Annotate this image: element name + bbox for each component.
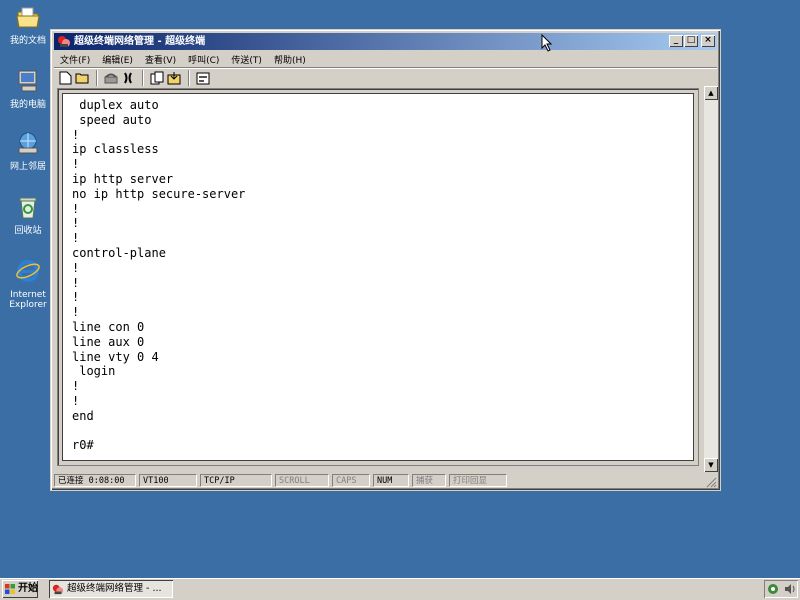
status-connected-time: 已连接 0:08:00: [54, 474, 136, 487]
vertical-scrollbar[interactable]: ▲ ▼: [704, 86, 718, 472]
internet-explorer-icon: [16, 260, 40, 282]
disconnect-phone-icon: [124, 71, 132, 84]
desktop-icon-my-computer[interactable]: 我的电脑: [4, 68, 52, 110]
new-file-icon: [59, 71, 71, 84]
terminal-line: !: [72, 393, 80, 408]
hyperterminal-window: 超级终端网络管理 - 超级终端 _ □ × 文件(F) 编辑(E) 查看(V) …: [50, 29, 721, 491]
scroll-up-button[interactable]: ▲: [704, 86, 718, 100]
toolbar: [54, 67, 717, 87]
desktop-icon-label: Explorer: [9, 300, 47, 310]
terminal-line: ip http server: [72, 171, 174, 186]
open-folder-icon: [75, 73, 88, 84]
menu-call[interactable]: 呼叫(C): [182, 53, 225, 66]
taskbar-item-label: 超级终端网络管理 - ...: [67, 583, 162, 594]
hyperterminal-app-icon: [52, 584, 64, 595]
terminal-line: !: [72, 275, 80, 290]
terminal-line: !: [72, 290, 80, 305]
terminal-line: r0#: [72, 438, 94, 453]
properties-icon: [196, 72, 210, 84]
terminal-line: end: [72, 408, 94, 423]
terminal-line: !: [72, 379, 80, 394]
terminal-line: login: [72, 364, 116, 379]
send-button[interactable]: [149, 70, 165, 86]
desktop-icon-my-documents[interactable]: 我的文档: [4, 4, 52, 46]
terminal-line: !: [72, 201, 80, 216]
terminal-line: control-plane: [72, 245, 166, 260]
menu-help[interactable]: 帮助(H): [268, 53, 312, 66]
phone-icon: [104, 73, 118, 83]
tray-volume-icon[interactable]: [784, 583, 796, 595]
terminal-frame: duplex auto speed auto! ip classless! ip h…: [57, 88, 699, 466]
new-connection-button[interactable]: [57, 70, 73, 86]
call-button[interactable]: [103, 70, 119, 86]
status-num: NUM: [373, 474, 409, 487]
terminal-line: !: [72, 157, 80, 172]
terminal-line: duplex auto: [72, 98, 159, 112]
menu-transfer[interactable]: 传送(T): [225, 53, 268, 66]
start-label: 开始: [18, 583, 38, 594]
send-file-icon: [150, 71, 164, 84]
terminal-line: no ip http secure-server: [72, 186, 246, 201]
status-emulation: VT100: [139, 474, 197, 487]
desktop-icon-label: 回收站: [14, 226, 42, 236]
terminal-line: !: [72, 127, 80, 142]
menu-file[interactable]: 文件(F): [54, 53, 96, 66]
network-icon: [18, 132, 38, 154]
terminal-line: ip classless: [72, 142, 159, 157]
toolbar-separator: [142, 69, 144, 86]
desktop-icon-label: 网上邻居: [9, 162, 46, 172]
start-button[interactable]: 开始: [2, 580, 38, 598]
toolbar-separator: [96, 69, 98, 86]
desktop-icon-internet-explorer[interactable]: Internet Explorer: [4, 258, 52, 310]
taskbar-item-hyperterminal[interactable]: 超级终端网络管理 - ...: [49, 580, 173, 598]
terminal-line: speed auto: [72, 112, 152, 127]
terminal-line: line vty 0 4: [72, 349, 159, 364]
status-scroll: SCROLL: [275, 474, 329, 487]
terminal-screen[interactable]: duplex auto speed auto! ip classless! ip h…: [62, 93, 694, 461]
receive-button[interactable]: [166, 70, 182, 86]
open-button[interactable]: [74, 70, 90, 86]
status-bar: 已连接 0:08:00 VT100 TCP/IP SCROLL CAPS NUM…: [54, 473, 717, 488]
minimize-button[interactable]: _: [669, 35, 683, 47]
mouse-cursor-icon: [541, 34, 553, 52]
hyperterminal-app-icon: [58, 36, 70, 47]
tray-network-icon[interactable]: [767, 583, 779, 595]
properties-button[interactable]: [195, 70, 211, 86]
receive-file-icon: [167, 71, 181, 84]
desktop-icon-label: Internet: [10, 290, 46, 300]
scroll-down-button[interactable]: ▼: [704, 458, 718, 472]
window-title: 超级终端网络管理 - 超级终端: [74, 36, 206, 47]
resize-grip-icon[interactable]: [705, 476, 717, 488]
maximize-button[interactable]: □: [684, 35, 698, 47]
disconnect-button[interactable]: [120, 70, 136, 86]
desktop-icon-label: 我的文档: [9, 36, 46, 46]
terminal-line: !: [72, 231, 80, 246]
close-button[interactable]: ×: [701, 35, 715, 47]
status-print-echo: 打印回显: [449, 474, 507, 487]
terminal-line: line con 0: [72, 319, 145, 334]
terminal-line: !: [72, 260, 80, 275]
desktop-icon-network[interactable]: 网上邻居: [4, 130, 52, 172]
desktop-icon-label: 我的电脑: [9, 100, 46, 110]
menu-view[interactable]: 查看(V): [139, 53, 182, 66]
folder-documents-icon: [16, 7, 40, 28]
toolbar-separator: [188, 69, 190, 86]
status-caps: CAPS: [332, 474, 370, 487]
terminal-line: !: [72, 305, 80, 320]
taskbar: 开始 超级终端网络管理 - ...: [0, 578, 800, 600]
title-bar[interactable]: 超级终端网络管理 - 超级终端 _ □ ×: [54, 33, 717, 50]
terminal-line: !: [72, 216, 80, 231]
recycle-bin-icon: [19, 197, 37, 219]
desktop-icon-recycle-bin[interactable]: 回收站: [4, 194, 52, 236]
status-capture: 捕获: [412, 474, 446, 487]
menu-bar: 文件(F) 编辑(E) 查看(V) 呼叫(C) 传送(T) 帮助(H): [54, 51, 717, 67]
computer-icon: [18, 70, 37, 92]
status-protocol: TCP/IP: [200, 474, 272, 487]
terminal-line: line aux 0: [72, 334, 145, 349]
menu-edit[interactable]: 编辑(E): [96, 53, 139, 66]
windows-logo-icon: [5, 584, 15, 594]
system-tray: [764, 580, 798, 598]
